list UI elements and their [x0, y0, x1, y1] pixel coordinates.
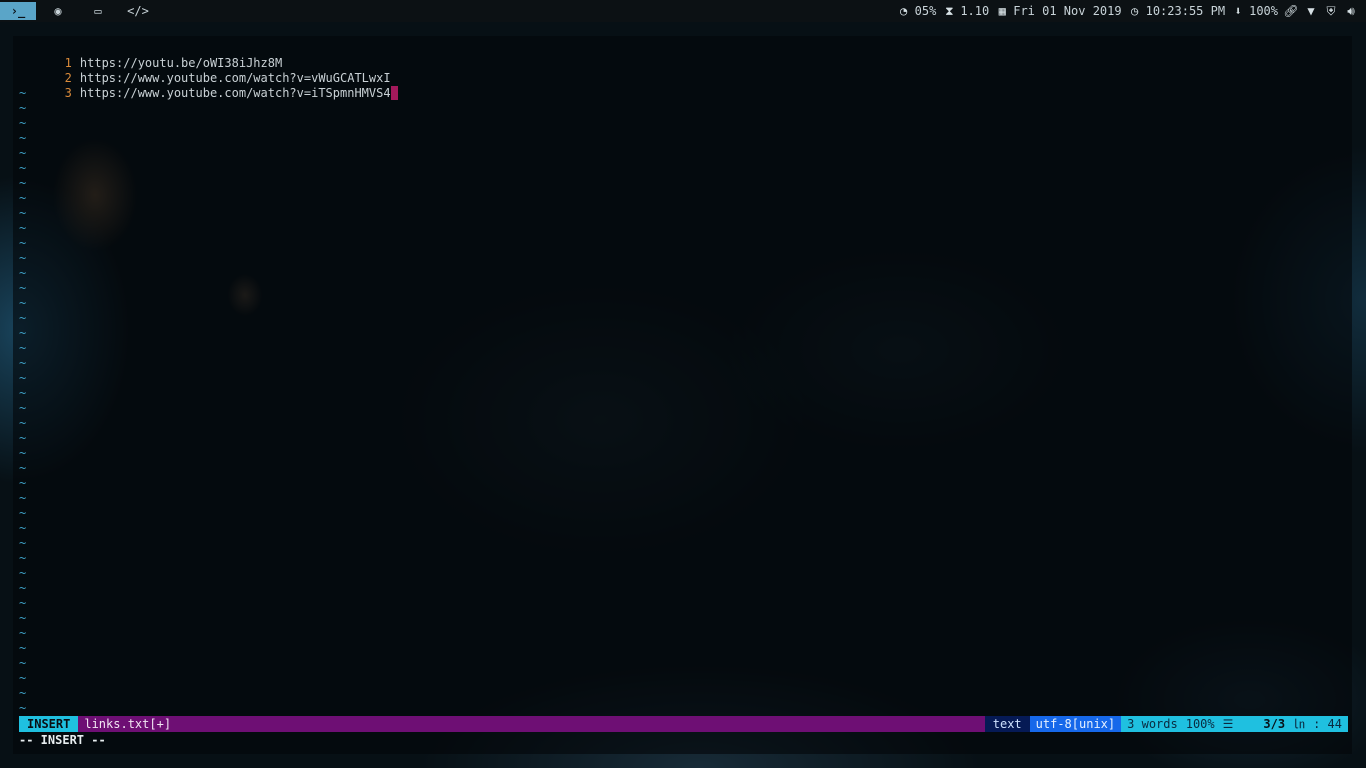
workspace-laptop[interactable]: ▭ [80, 2, 116, 20]
column-position: : 44 [1313, 716, 1342, 731]
scroll-percent: 100% [1185, 716, 1215, 731]
empty-line-tilde: ~ [19, 491, 27, 505]
empty-line-tilde: ~ [19, 341, 27, 355]
empty-line-tilde: ~ [19, 521, 27, 535]
line-position: 3/3 [1263, 716, 1286, 731]
empty-line-tilde: ~ [19, 701, 27, 715]
empty-line-tilde: ~ [19, 161, 27, 175]
empty-line-tilde: ~ [19, 266, 27, 280]
firefox-icon: ◉ [54, 4, 62, 18]
empty-line-tilde: ~ [19, 371, 27, 385]
empty-line-tilde: ~ [19, 641, 27, 655]
empty-line-tilde: ~ [19, 476, 27, 490]
workspace-terminal[interactable]: ›_ [0, 2, 36, 20]
empty-line-tilde: ~ [19, 506, 27, 520]
empty-line-tilde: ~ [19, 146, 27, 160]
file-encoding: utf-8[unix] [1029, 716, 1122, 732]
volume-widget[interactable]: ⬇ 100% [1231, 4, 1278, 18]
empty-line-tilde: ~ [19, 596, 27, 610]
cpu-widget[interactable]: ◔ 05% [897, 4, 937, 18]
position-info: 3 words 100% ☰ 3/3 ㏑ : 44 [1121, 716, 1348, 732]
link-icon[interactable]: 🔗︎ [1283, 4, 1298, 18]
shield-icon[interactable]: ⛨ [1324, 4, 1338, 19]
date-value: Fri 01 Nov 2019 [1013, 4, 1122, 18]
workspace-firefox[interactable]: ◉ [40, 2, 76, 20]
empty-line-tilde: ~ [19, 686, 27, 700]
empty-line-tilde: ~ [19, 281, 27, 295]
buffer-line[interactable]: 3 https://www.youtube.com/watch?v=iTSpmnH… [13, 71, 398, 100]
status-right: ◔ 05% ⧗ 1.10 ▦ Fri 01 Nov 2019 ◷ 10:23:5… [897, 0, 1358, 22]
gauge-icon: ◔ [900, 4, 908, 18]
laptop-icon: ▭ [94, 4, 102, 18]
buffer-line[interactable]: 2 https://www.youtube.com/watch?v=vWuGCAT… [13, 56, 391, 85]
cpu-value: 05% [914, 4, 937, 18]
empty-line-tilde: ~ [19, 191, 27, 205]
empty-line-tilde: ~ [19, 176, 27, 190]
empty-line-tilde: ~ [19, 566, 27, 580]
empty-line-tilde: ~ [19, 236, 27, 250]
empty-line-tilde: ~ [19, 536, 27, 550]
workspace-code[interactable]: </> [120, 2, 156, 20]
empty-line-tilde: ~ [19, 326, 27, 340]
buffer-line[interactable]: 1 https://youtu.be/oWI38iJhz8M [13, 41, 283, 70]
speaker-icon[interactable]: 🔊︎ [1344, 4, 1358, 19]
vim-statusline: INSERT links.txt[+] text utf-8[unix] 3 w… [19, 716, 1348, 732]
terminal-icon: ›_ [10, 4, 26, 18]
arrow-down-circle-icon: ⬇ [1234, 4, 1242, 18]
clock-widget[interactable]: ◷ 10:23:55 PM [1128, 4, 1225, 18]
empty-line-tilde: ~ [19, 386, 27, 400]
empty-line-tilde: ~ [19, 116, 27, 130]
empty-line-tilde: ~ [19, 461, 27, 475]
empty-line-tilde: ~ [19, 401, 27, 415]
empty-line-tilde: ~ [19, 656, 27, 670]
terminal-window[interactable]: 1 https://youtu.be/oWI38iJhz8M 2 https://w… [13, 36, 1352, 754]
empty-line-tilde: ~ [19, 551, 27, 565]
line-number: 3 [64, 86, 72, 100]
code-icon: </> [127, 4, 149, 18]
command-line[interactable]: -- INSERT -- [19, 733, 106, 748]
empty-line-tilde: ~ [19, 671, 27, 685]
empty-line-tilde: ~ [19, 311, 27, 325]
volume-value: 100% [1249, 4, 1278, 18]
empty-line-tilde: ~ [19, 251, 27, 265]
empty-line-tilde: ~ [19, 626, 27, 640]
time-value: 10:23:55 PM [1145, 4, 1226, 18]
filetype: text [984, 716, 1030, 732]
line-text[interactable]: https://www.youtube.com/watch?v=iTSpmnHM… [80, 86, 391, 100]
calendar-icon: ▦ [998, 4, 1006, 18]
mode-indicator: INSERT [19, 716, 79, 732]
load-widget[interactable]: ⧗ 1.10 [942, 4, 989, 19]
empty-line-tilde: ~ [19, 86, 27, 100]
date-widget[interactable]: ▦ Fri 01 Nov 2019 [995, 4, 1122, 18]
empty-line-tilde: ~ [19, 131, 27, 145]
empty-line-tilde: ~ [19, 416, 27, 430]
top-status-bar: ›_ ◉ ▭ </> ◔ 05% ⧗ 1.10 ▦ Fri 01 Nov 201… [0, 0, 1366, 22]
empty-line-tilde: ~ [19, 446, 27, 460]
filename: links.txt[+] [84, 716, 172, 731]
clock-icon: ◷ [1130, 4, 1139, 18]
empty-line-tilde: ~ [19, 206, 27, 220]
word-count: 3 words [1127, 716, 1178, 731]
empty-line-tilde: ~ [19, 101, 27, 115]
menu-lines-icon: ☰ [1222, 716, 1234, 731]
load-value: 1.10 [960, 4, 990, 18]
line-number-icon: ㏑ [1293, 716, 1306, 731]
empty-line-tilde: ~ [19, 611, 27, 625]
empty-line-tilde: ~ [19, 221, 27, 235]
empty-line-tilde: ~ [19, 356, 27, 370]
empty-line-tilde: ~ [19, 581, 27, 595]
hourglass-icon: ⧗ [945, 3, 954, 18]
empty-line-tilde: ~ [19, 296, 27, 310]
wifi-icon[interactable]: ▼ [1304, 4, 1318, 18]
text-cursor [390, 86, 398, 100]
empty-line-tilde: ~ [19, 431, 27, 445]
